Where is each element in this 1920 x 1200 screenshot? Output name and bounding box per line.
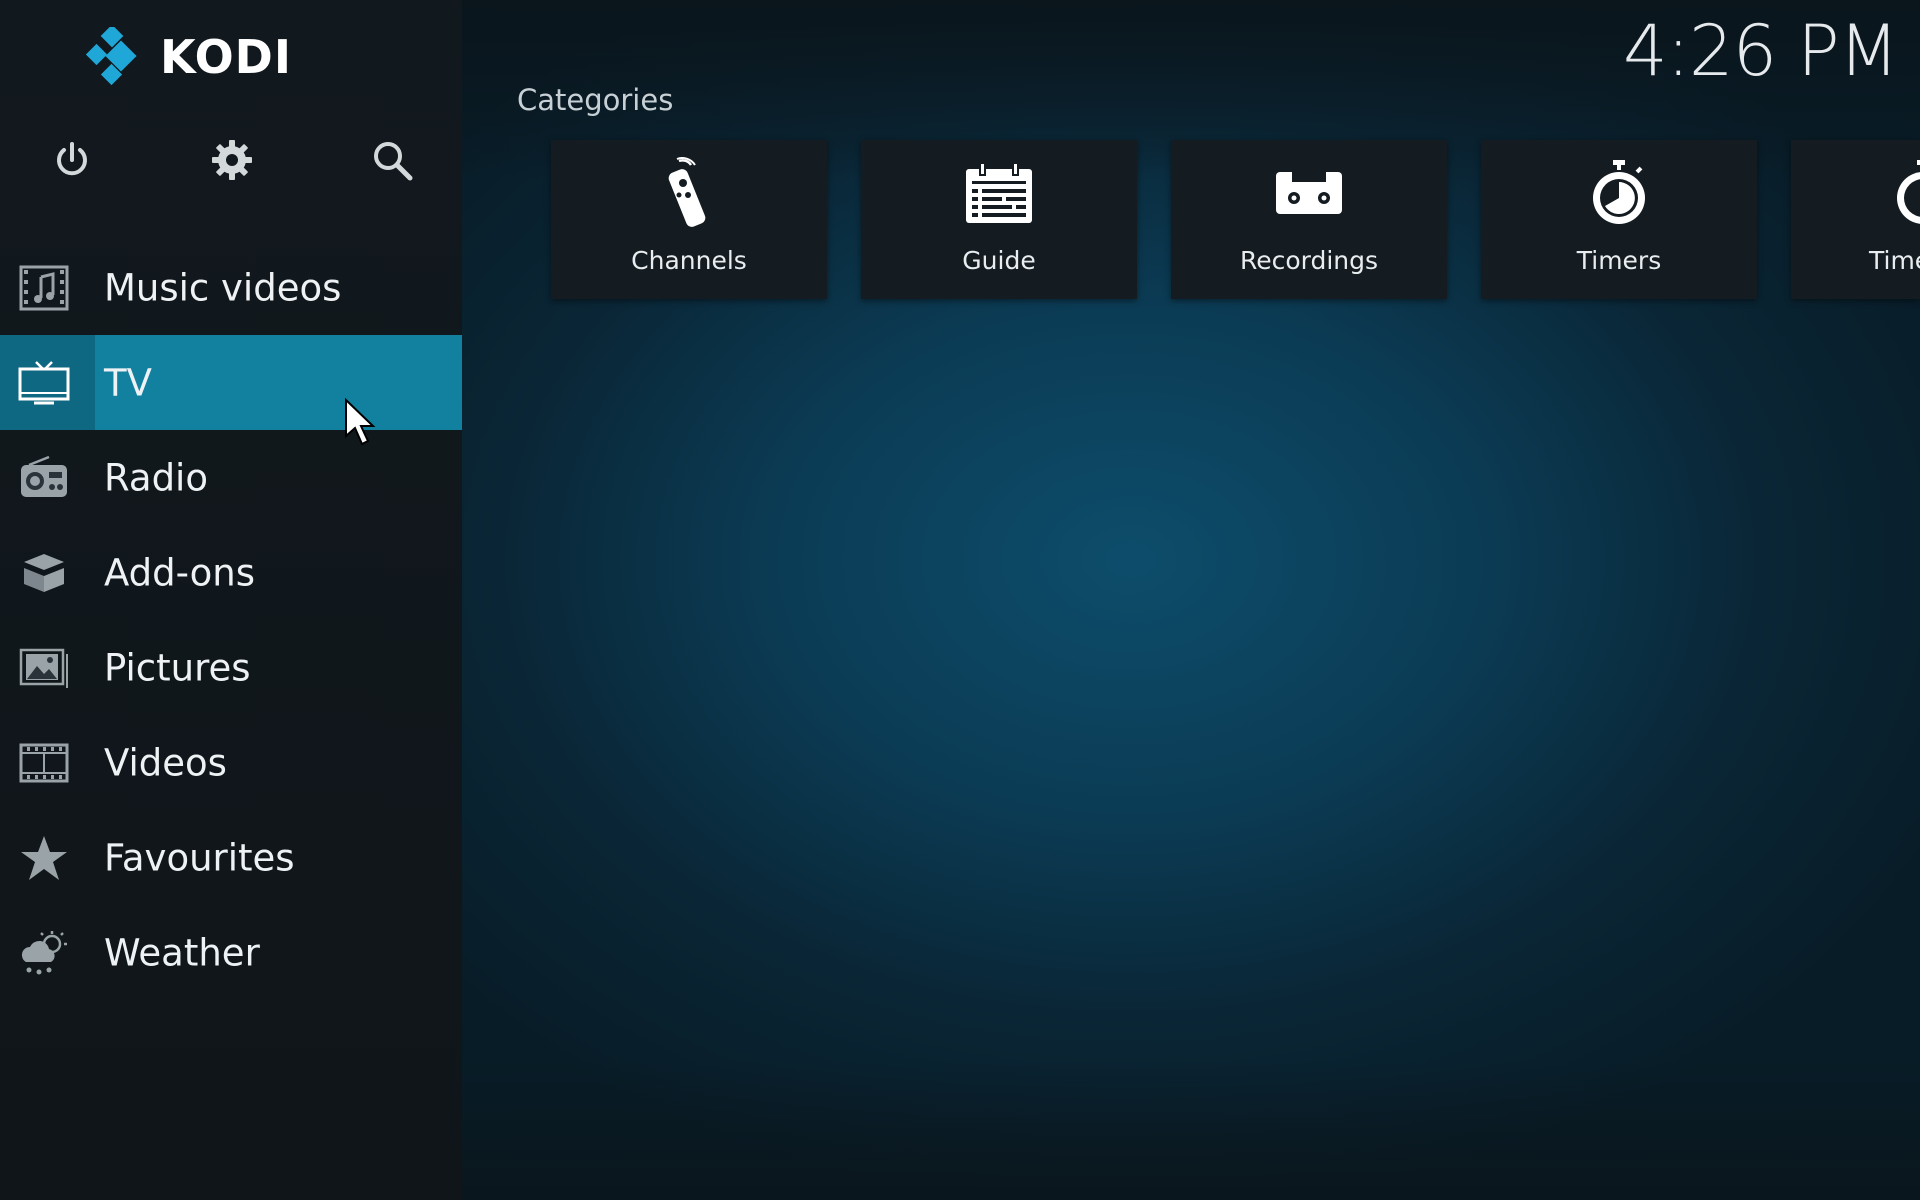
power-button[interactable] xyxy=(46,134,98,186)
categories-heading: Categories xyxy=(517,83,674,117)
menu-item-label: Music videos xyxy=(104,266,342,309)
sidebar: KODI Music videos TV Radio Add-ons Pictu… xyxy=(0,0,462,1200)
category-tile-time[interactable]: Time xyxy=(1791,140,1920,299)
tile-label: Timers xyxy=(1576,246,1662,275)
tile-label: Time xyxy=(1869,246,1920,275)
stopwatch-icon xyxy=(1843,158,1920,228)
picture-icon xyxy=(18,642,70,694)
menu-item-label: Pictures xyxy=(104,646,251,689)
calendar-icon xyxy=(861,158,1137,228)
tile-label: Guide xyxy=(962,246,1036,275)
menu-item-radio[interactable]: Radio xyxy=(0,430,462,525)
tv-icon xyxy=(18,357,70,409)
category-tile-timers[interactable]: Timers xyxy=(1481,140,1757,299)
menu-item-label: Radio xyxy=(104,456,208,499)
gear-icon xyxy=(212,140,252,180)
tile-label: Channels xyxy=(631,246,747,275)
kodi-logo-icon xyxy=(86,27,137,86)
remote-icon xyxy=(551,157,827,228)
category-tile-guide[interactable]: Guide xyxy=(861,140,1137,299)
bottom-shade xyxy=(462,1060,1920,1200)
film-icon xyxy=(18,737,70,789)
settings-button[interactable] xyxy=(206,134,258,186)
menu-item-videos[interactable]: Videos xyxy=(0,715,462,810)
cassette-icon xyxy=(1171,158,1447,228)
menu-item-pictures[interactable]: Pictures xyxy=(0,620,462,715)
search-icon xyxy=(374,142,413,181)
category-tile-recordings[interactable]: Recordings xyxy=(1171,140,1447,299)
menu-item-label: Add-ons xyxy=(104,551,256,594)
menu-item-music-videos[interactable]: Music videos xyxy=(0,240,462,335)
addons-box-icon xyxy=(18,547,70,599)
weather-icon xyxy=(18,927,70,979)
mouse-cursor-icon xyxy=(345,398,376,446)
search-button[interactable] xyxy=(366,134,418,186)
menu-item-label: Favourites xyxy=(104,836,295,879)
tile-label: Recordings xyxy=(1239,246,1379,275)
music-video-icon xyxy=(18,262,70,314)
star-icon xyxy=(18,832,70,884)
app-name: KODI xyxy=(160,30,292,84)
kodi-logo[interactable]: KODI xyxy=(86,27,292,86)
menu-item-favourites[interactable]: Favourites xyxy=(0,810,462,905)
menu-item-label: Videos xyxy=(104,741,227,784)
menu-item-addons[interactable]: Add-ons xyxy=(0,525,462,620)
clock: 4:26 PM xyxy=(1622,10,1899,92)
menu-item-label: TV xyxy=(104,361,152,404)
menu-item-label: Weather xyxy=(104,931,260,974)
category-tile-channels[interactable]: Channels xyxy=(551,140,827,299)
menu-item-weather[interactable]: Weather xyxy=(0,905,462,1000)
stopwatch-icon xyxy=(1481,158,1757,228)
radio-icon xyxy=(18,452,70,504)
menu-item-tv[interactable]: TV xyxy=(0,335,462,430)
power-icon xyxy=(57,142,87,176)
